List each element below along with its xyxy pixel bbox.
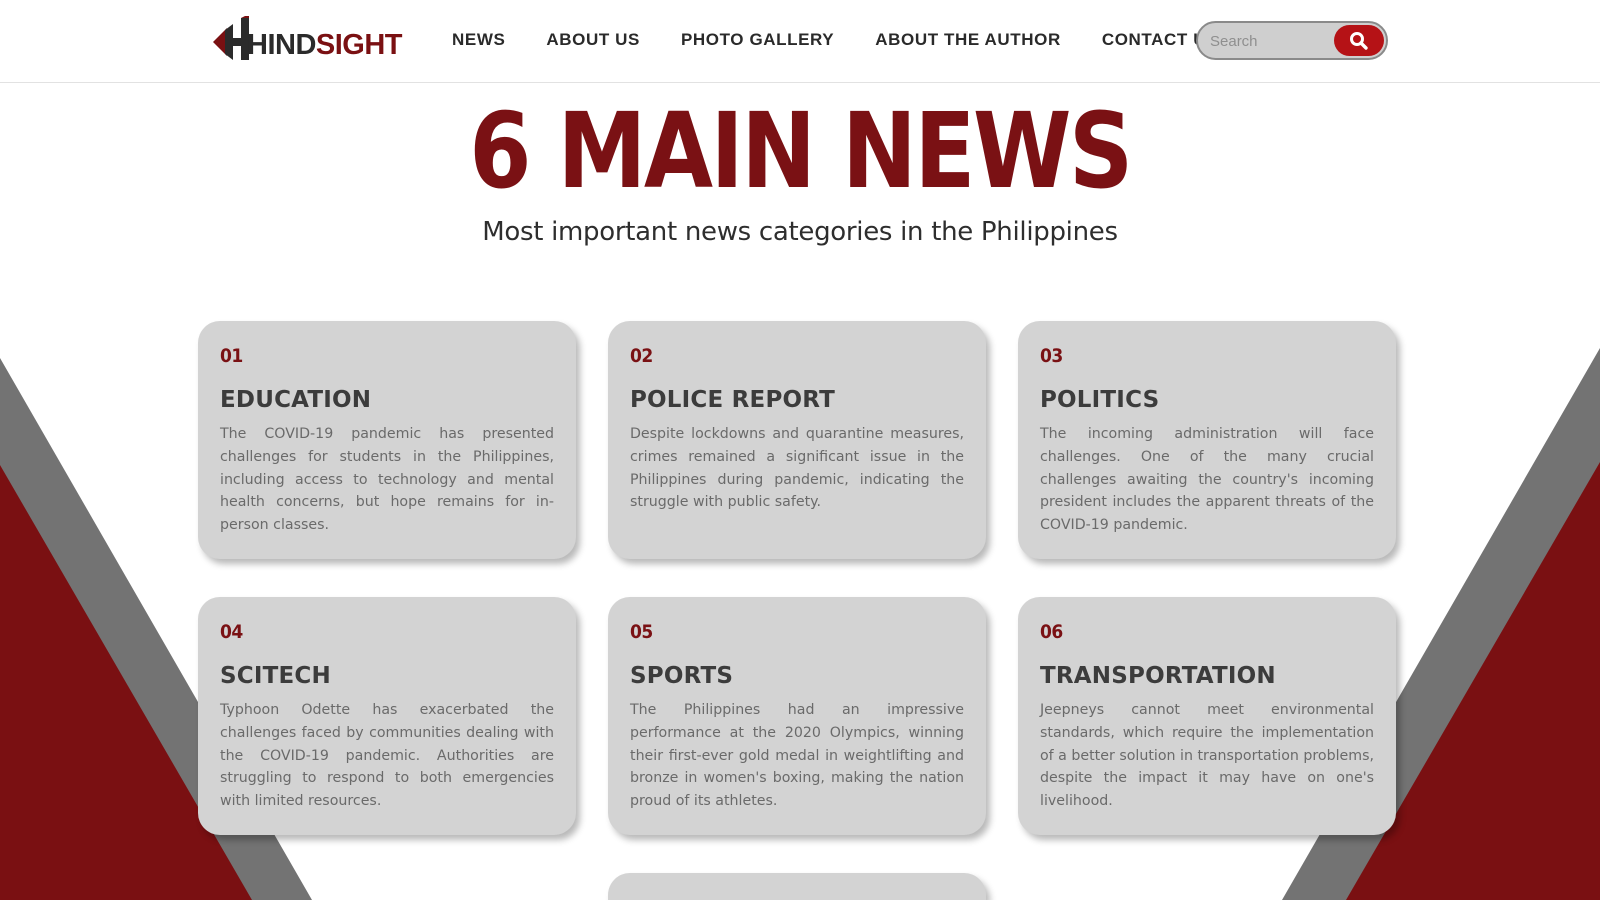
card-number: 05: [630, 621, 653, 643]
card-title: TRANSPORTATION: [1040, 663, 1276, 689]
card-description: Jeepneys cannot meet environmental stand…: [1040, 702, 1374, 810]
main-nav: NEWS ABOUT US PHOTO GALLERY ABOUT THE AU…: [452, 28, 1218, 52]
news-card-scitech[interactable]: 04 SCITECH Typhoon Odette has exacerbate…: [198, 597, 576, 835]
card-number: 04: [220, 621, 243, 643]
nav-about-the-author[interactable]: ABOUT THE AUTHOR: [875, 28, 1061, 52]
page-title: 6 MAIN NEWS: [469, 90, 1133, 212]
card-title: POLICE REPORT: [630, 387, 836, 413]
nav-about-us[interactable]: ABOUT US: [546, 28, 640, 52]
card-description: Typhoon Odette has exacerbated the chall…: [220, 702, 554, 810]
news-card-sports[interactable]: 05 SPORTS The Philippines had an impress…: [608, 597, 986, 835]
search-icon: [1350, 31, 1368, 50]
site-header: HINDSIGHT NEWS ABOUT US PHOTO GALLERY AB…: [0, 0, 1600, 83]
search-button[interactable]: [1334, 25, 1384, 56]
nav-news[interactable]: NEWS: [452, 28, 505, 52]
page-subtitle: Most important news categories in the Ph…: [482, 217, 1118, 247]
card-number: 03: [1040, 345, 1063, 367]
news-card-transportation[interactable]: 06 TRANSPORTATION Jeepneys cannot meet e…: [1018, 597, 1396, 835]
search-input[interactable]: [1210, 31, 1330, 51]
card-description: The incoming administration will face ch…: [1040, 426, 1374, 534]
news-card-partial[interactable]: [608, 873, 986, 900]
card-description: The Philippines had an impressive perfor…: [630, 702, 964, 810]
nav-photo-gallery[interactable]: PHOTO GALLERY: [681, 28, 834, 52]
card-number: 02: [630, 345, 653, 367]
news-card-police-report[interactable]: 02 POLICE REPORT Despite lockdowns and q…: [608, 321, 986, 559]
card-title: SCITECH: [220, 663, 331, 689]
card-description: The COVID-19 pandemic has presented chal…: [220, 426, 554, 534]
card-title: POLITICS: [1040, 387, 1160, 413]
news-card-education[interactable]: 01 EDUCATION The COVID-19 pandemic has p…: [198, 321, 576, 559]
news-card-politics[interactable]: 03 POLITICS The incoming administration …: [1018, 321, 1396, 559]
card-description: Despite lockdowns and quarantine measure…: [630, 426, 964, 511]
card-title: SPORTS: [630, 663, 734, 689]
card-number: 01: [220, 345, 243, 367]
search-box: [1196, 21, 1388, 60]
card-title: EDUCATION: [220, 387, 372, 413]
hindsight-logo[interactable]: HINDSIGHT: [203, 16, 403, 68]
logo-wordmark: HINDSIGHT: [247, 29, 403, 61]
card-number: 06: [1040, 621, 1063, 643]
